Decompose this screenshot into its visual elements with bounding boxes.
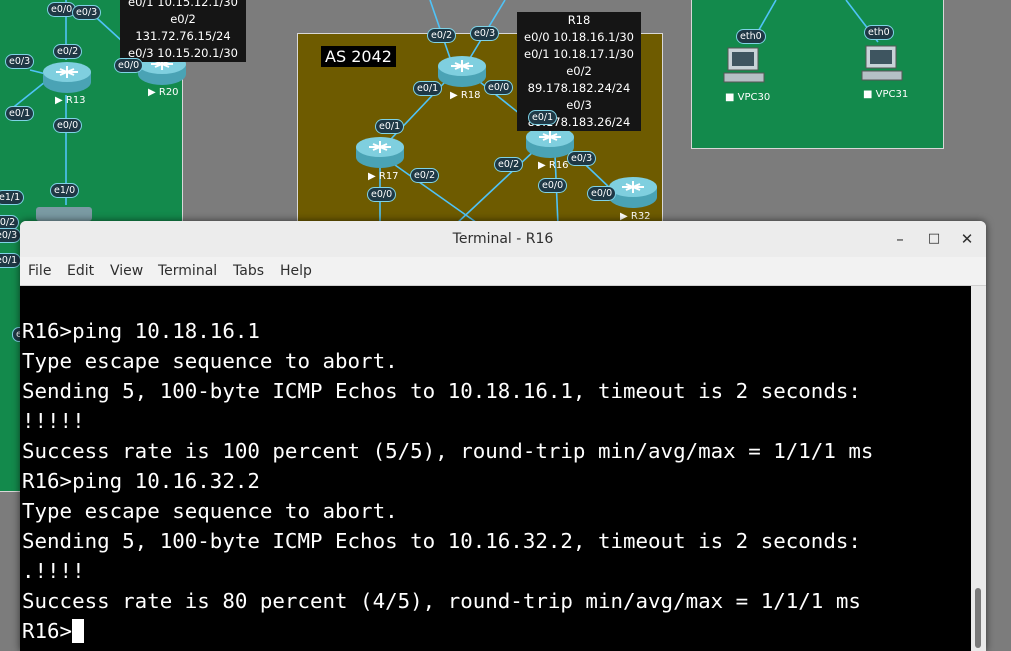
terminal-line: .!!!! xyxy=(22,559,85,583)
interface-label: e0/0 xyxy=(53,118,83,133)
interface-label: e0/3 xyxy=(5,54,35,69)
minimize-button[interactable]: – xyxy=(887,227,913,251)
info-r18-line: R18 xyxy=(567,13,591,27)
interface-label: e0/0 xyxy=(367,187,397,202)
interface-label: e0/0 xyxy=(587,186,617,201)
interface-label: e0/2 xyxy=(410,168,440,183)
menu-tabs[interactable]: Tabs xyxy=(233,257,264,285)
switch-icon[interactable] xyxy=(36,207,92,221)
interface-label: e0/2 xyxy=(494,157,524,172)
menu-edit[interactable]: Edit xyxy=(67,257,94,285)
info-box-r20: e0/1 10.15.12.1/30 e0/2 131.72.76.15/24 … xyxy=(120,0,246,62)
scrollbar-thumb[interactable] xyxy=(975,588,981,648)
interface-label: e0/0 xyxy=(484,80,514,95)
router-label-r16: ▶ R16 xyxy=(538,160,569,171)
router-icon-r18[interactable] xyxy=(437,54,487,88)
interface-label: e0/3 xyxy=(567,151,597,166)
router-icon-r13[interactable] xyxy=(42,60,92,94)
pc-icon-vpc30[interactable] xyxy=(722,45,766,85)
menu-help[interactable]: Help xyxy=(280,257,312,285)
vertical-scrollbar[interactable] xyxy=(971,286,986,651)
interface-label: e1/0 xyxy=(50,183,80,198)
pc-label-vpc30: ■ VPC30 xyxy=(725,92,771,103)
interface-label: eth0 xyxy=(864,25,894,40)
interface-label: e0/3 xyxy=(72,5,102,20)
info-r18-line: e0/2 89.178.182.24/24 xyxy=(527,64,631,95)
router-label-r17: ▶ R17 xyxy=(368,171,399,182)
interface-label: e0/1 xyxy=(5,106,35,121)
interface-label: e1/1 xyxy=(0,190,25,205)
r20-name: R20 xyxy=(158,87,179,98)
interface-label: e0/2 xyxy=(427,28,457,43)
info-r18-line: e0/0 10.18.16.1/30 xyxy=(524,30,634,44)
info-r20-line: e0/2 131.72.76.15/24 xyxy=(135,12,231,43)
interface-label: e0/3 xyxy=(0,228,22,243)
window-title: Terminal - R16 xyxy=(452,231,554,247)
text-cursor xyxy=(72,619,85,643)
interface-label: e0/1 xyxy=(528,110,558,125)
r13-name: R13 xyxy=(65,95,86,106)
interface-label: e0/0 xyxy=(114,58,144,73)
terminal-line: Type escape sequence to abort. xyxy=(22,499,398,523)
interface-label: e0/1 xyxy=(413,81,443,96)
r17-name: R17 xyxy=(378,171,399,182)
pc-icon-vpc31[interactable] xyxy=(860,43,904,83)
interface-label: e0/3 xyxy=(470,26,500,41)
vpc30-name: VPC30 xyxy=(737,92,771,103)
r18-name: R18 xyxy=(460,90,481,101)
menu-view[interactable]: View xyxy=(110,257,143,285)
terminal-line: Success rate is 100 percent (5/5), round… xyxy=(22,439,874,463)
terminal-line: R16>ping 10.16.32.2 xyxy=(22,469,260,493)
prompt-text: R16> xyxy=(22,619,73,643)
pc-label-vpc31: ■ VPC31 xyxy=(863,89,909,100)
close-button[interactable]: ✕ xyxy=(954,227,980,251)
terminal-line: R16>ping 10.18.16.1 xyxy=(22,319,260,343)
info-r18-line: e0/1 10.18.17.1/30 xyxy=(524,47,634,61)
info-r20-line: e0/1 10.15.12.1/30 xyxy=(128,0,238,9)
vpc31-name: VPC31 xyxy=(875,89,909,100)
info-r20-line: e0/3 10.15.20.1/30 xyxy=(128,46,238,60)
interface-label: e0/1 xyxy=(375,119,405,134)
terminal-line: Sending 5, 100-byte ICMP Echos to 10.16.… xyxy=(22,529,861,553)
terminal-output[interactable]: R16>ping 10.18.16.1 Type escape sequence… xyxy=(20,286,971,651)
terminal-line: Sending 5, 100-byte ICMP Echos to 10.18.… xyxy=(22,379,861,403)
interface-label: e0/0 xyxy=(538,178,568,193)
router-icon-r17[interactable] xyxy=(355,135,405,169)
terminal-window[interactable]: Terminal - R16 – □ ✕ File Edit View Term… xyxy=(20,221,986,651)
interface-label: e0/2 xyxy=(53,44,83,59)
menu-bar: File Edit View Terminal Tabs Help xyxy=(20,257,986,286)
terminal-line: !!!!! xyxy=(22,409,85,433)
terminal-line: Success rate is 80 percent (4/5), round-… xyxy=(22,589,861,613)
router-label-r13: ▶ R13 xyxy=(55,95,86,106)
r16-name: R16 xyxy=(548,160,569,171)
menu-file[interactable]: File xyxy=(28,257,51,285)
router-label-r18: ▶ R18 xyxy=(450,90,481,101)
interface-label: e0/1 xyxy=(0,253,22,268)
terminal-line: Type escape sequence to abort. xyxy=(22,349,398,373)
title-bar[interactable]: Terminal - R16 – □ ✕ xyxy=(20,221,986,257)
menu-terminal[interactable]: Terminal xyxy=(158,257,217,285)
interface-label: eth0 xyxy=(736,29,766,44)
router-label-r20: ▶ R20 xyxy=(148,87,179,98)
maximize-button[interactable]: □ xyxy=(921,227,947,251)
